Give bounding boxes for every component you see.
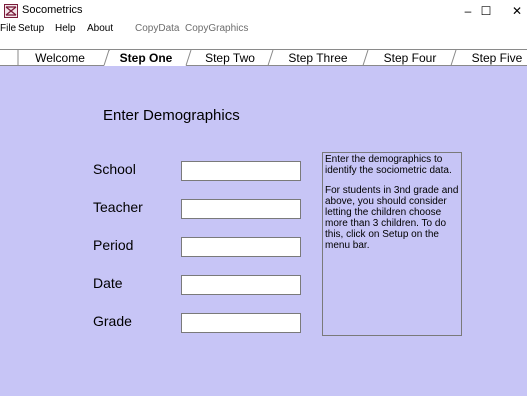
tab-step-three[interactable]: Step Three <box>272 50 364 66</box>
grade-label: Grade <box>93 313 132 329</box>
tab-step-five[interactable]: Step Five <box>457 50 527 66</box>
tab-step-four[interactable]: Step Four <box>367 50 453 66</box>
menu-file[interactable]: File <box>0 23 16 34</box>
tab-step-one[interactable]: Step One <box>106 50 186 66</box>
menu-help[interactable]: Help <box>55 23 76 34</box>
tab-step-two[interactable]: Step Two <box>190 50 270 66</box>
teacher-label: Teacher <box>93 199 143 215</box>
menu-copydata[interactable]: CopyData <box>135 23 179 34</box>
application-window: Socometrics – ☐ ✕ File Setup Help About … <box>0 0 527 396</box>
tab-welcome[interactable]: Welcome <box>19 50 101 66</box>
date-input[interactable] <box>181 275 301 295</box>
date-label: Date <box>93 275 123 291</box>
menu-about[interactable]: About <box>87 23 113 34</box>
step-tab-strip: Welcome Step One Step Two Step Three Ste… <box>0 36 527 66</box>
sociogram-app-icon <box>4 4 18 18</box>
period-input[interactable] <box>181 237 301 257</box>
period-label: Period <box>93 237 134 253</box>
school-input[interactable] <box>181 161 301 181</box>
menu-setup[interactable]: Setup <box>18 23 44 34</box>
grade-input[interactable] <box>181 313 301 333</box>
menu-bar: File Setup Help About CopyData CopyGraph… <box>0 22 527 36</box>
window-title: Socometrics <box>22 4 83 16</box>
school-label: School <box>93 161 136 177</box>
help-text-box: Enter the demographics to identify the s… <box>322 152 462 336</box>
maximize-button[interactable]: ☐ <box>469 0 503 22</box>
title-bar[interactable]: Socometrics – ☐ ✕ <box>0 0 527 22</box>
help-paragraph-intro: Enter the demographics to identify the s… <box>325 154 452 176</box>
help-paragraph-setup-tip: For students in 3nd grade and above, you… <box>325 185 459 251</box>
menu-copygraphics[interactable]: CopyGraphics <box>185 23 248 34</box>
section-heading: Enter Demographics <box>103 107 240 124</box>
teacher-input[interactable] <box>181 199 301 219</box>
close-button[interactable]: ✕ <box>500 0 527 22</box>
demographics-panel: Enter Demographics School Teacher Period… <box>0 66 527 396</box>
